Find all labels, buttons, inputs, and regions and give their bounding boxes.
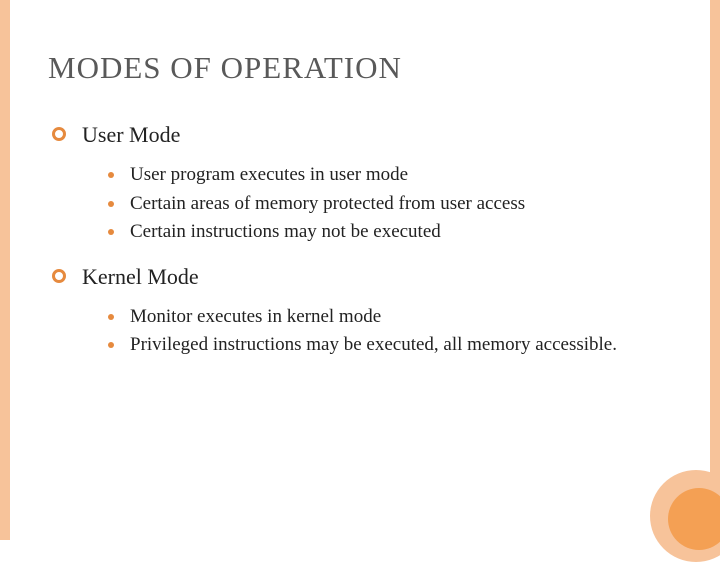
- dot-bullet-icon: [108, 229, 114, 235]
- section-kernel-mode: Kernel Mode Monitor executes in kernel m…: [52, 264, 672, 359]
- ring-bullet-icon: [52, 127, 66, 141]
- item-text: Monitor executes in kernel mode: [130, 306, 381, 327]
- list-item: Privileged instructions may be executed,…: [108, 332, 672, 359]
- sub-list: Monitor executes in kernel mode Privileg…: [82, 304, 672, 359]
- item-text: User program executes in user mode: [130, 164, 408, 185]
- content-list: User Mode User program executes in user …: [48, 122, 672, 359]
- section-label: Kernel Mode: [82, 264, 199, 289]
- sub-list: User program executes in user mode Certa…: [82, 162, 672, 246]
- slide-content: MODES OF OPERATION User Mode User progra…: [10, 0, 710, 540]
- slide-border-left: [0, 0, 10, 540]
- list-item: User program executes in user mode: [108, 162, 672, 189]
- item-text: Certain areas of memory protected from u…: [130, 193, 525, 214]
- dot-bullet-icon: [108, 201, 114, 207]
- dot-bullet-icon: [108, 314, 114, 320]
- ring-bullet-icon: [52, 269, 66, 283]
- slide-border-right: [710, 0, 720, 540]
- item-text: Privileged instructions may be executed,…: [130, 334, 617, 355]
- list-item: Certain instructions may not be executed: [108, 219, 672, 246]
- list-item: Certain areas of memory protected from u…: [108, 191, 672, 218]
- dot-bullet-icon: [108, 342, 114, 348]
- item-text: Certain instructions may not be executed: [130, 221, 441, 242]
- slide-title: MODES OF OPERATION: [48, 50, 672, 86]
- dot-bullet-icon: [108, 172, 114, 178]
- list-item: Monitor executes in kernel mode: [108, 304, 672, 331]
- section-label: User Mode: [82, 122, 180, 147]
- section-user-mode: User Mode User program executes in user …: [52, 122, 672, 246]
